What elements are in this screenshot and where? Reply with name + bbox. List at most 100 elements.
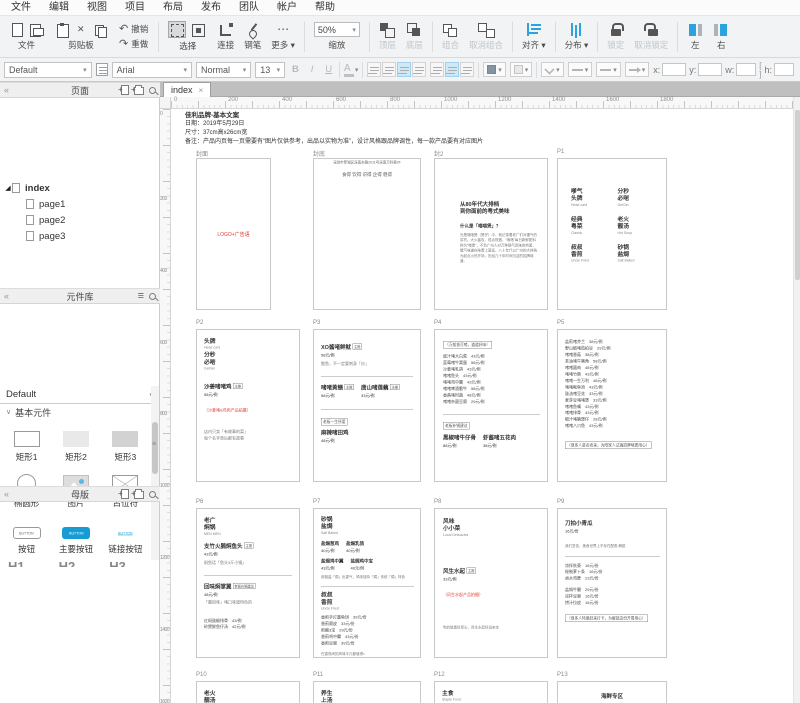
artboard-P4[interactable]: （万般皆可啫，道道好味）豉汁啫大白菜 43元/例蓝莓啫牛窝蛋 58元/例沙姜啫乳…: [434, 329, 548, 482]
library-menu-icon[interactable]: ≡: [138, 291, 144, 301]
widget-rect2[interactable]: 矩形2: [51, 420, 100, 466]
select-mode-button[interactable]: 选择: [163, 18, 212, 56]
menu-item-布局[interactable]: 布局: [154, 0, 192, 16]
artboard-P1[interactable]: 嗲气头牌Head card分秒必啱GeiGei经典粤菜Classic老火靓汤Ho…: [557, 158, 667, 310]
design-canvas[interactable]: 佳利品牌-基本文案日期：2019年5月29日尺寸：37cm高x26cm宽备注：产…: [171, 109, 800, 703]
file-button[interactable]: 文件: [4, 18, 49, 56]
pen-button[interactable]: 钢笔: [239, 18, 266, 56]
y-input[interactable]: [698, 63, 722, 76]
align-right-button[interactable]: [397, 62, 411, 77]
font-family-select[interactable]: Arial▾: [112, 62, 192, 78]
add-master-icon[interactable]: [121, 489, 129, 499]
menu-item-帐户[interactable]: 帐户: [268, 0, 306, 16]
artboard-封2[interactable]: 从80年代大排档到你面前的粤式美味什么是「喂喂煲」？光是啫啫煲（煲仔）中，就记录…: [434, 158, 548, 310]
unlock-button[interactable]: 取消锁定: [629, 18, 673, 56]
widget-rect1[interactable]: 矩形1: [2, 420, 51, 466]
style-preset-select[interactable]: Default▾: [4, 62, 92, 78]
zoom-select[interactable]: 50%▾: [314, 22, 360, 37]
opacity-dropdown[interactable]: ▾: [510, 62, 533, 77]
ungroup-button[interactable]: 取消组合: [464, 18, 508, 56]
tab-index[interactable]: index×: [163, 82, 211, 97]
undo-button[interactable]: ↶撤销: [119, 23, 148, 35]
link-wh-icon[interactable]: [ ]: [759, 61, 761, 79]
more-button[interactable]: ⋯更多 ▾: [266, 18, 300, 56]
artboard-P12[interactable]: 主食Staple Food: [434, 681, 548, 703]
clipboard-button[interactable]: 剪贴板: [49, 18, 113, 56]
menu-item-帮助[interactable]: 帮助: [306, 0, 344, 16]
artboard-P8[interactable]: 风味小小菜Local Delicacies风生水起主推33元/例（风生水起产品拍…: [434, 508, 548, 658]
manage-styles-icon[interactable]: [96, 63, 108, 76]
align-left-button[interactable]: 左: [682, 18, 708, 56]
artboard-P6[interactable]: 老广焖锅MEN MEN支竹火腩焖鱼头主推43元/例焖鱼话「鱼头3斤小锅」回味焖掌…: [196, 508, 300, 658]
artboard-P2[interactable]: 头牌Head card分秒必啱GeiGei沙姜啫啫鸡主推58元/例（沙姜啫&鸡肉…: [196, 329, 300, 482]
marquee-iconbox[interactable]: [168, 21, 186, 38]
align-left-button[interactable]: [367, 62, 381, 77]
artboard-P10[interactable]: 老火靓汤Hot Soup: [196, 681, 300, 703]
menu-item-视图[interactable]: 视图: [78, 0, 116, 16]
menu-item-文件[interactable]: 文件: [2, 0, 40, 16]
widget-heading-H1[interactable]: H1: [8, 559, 25, 567]
h-input[interactable]: [774, 63, 794, 76]
search-library-icon[interactable]: [149, 293, 156, 300]
align-middle-button[interactable]: [445, 62, 459, 77]
group-button[interactable]: 组合: [437, 18, 464, 56]
pick-iconbox[interactable]: [189, 21, 207, 38]
search-pages-icon[interactable]: [149, 87, 156, 94]
menu-item-编辑[interactable]: 编辑: [40, 0, 78, 16]
page-tree-item-page2[interactable]: page2: [0, 212, 159, 228]
italic-button[interactable]: I: [306, 62, 319, 78]
artboard-P7[interactable]: 砂锅盐焗Salt Baked盐焗葱鸡40元/例盐焗乳鸽40元/例盐焗鸡中翼43元…: [313, 508, 421, 658]
page-tree-item-page1[interactable]: page1: [0, 196, 159, 212]
connect-button[interactable]: 连接: [212, 18, 239, 56]
collapse-library-icon[interactable]: «: [4, 291, 9, 301]
canvas-scrollbar[interactable]: [793, 97, 800, 703]
add-master-folder-icon[interactable]: [134, 491, 144, 499]
align-top-button[interactable]: [430, 62, 444, 77]
page-tree-item-page3[interactable]: page3: [0, 228, 159, 244]
align-center-button[interactable]: [382, 62, 396, 77]
collapse-pages-icon[interactable]: «: [4, 85, 9, 95]
library-dropdown[interactable]: Default▾: [0, 386, 159, 404]
menu-item-项目[interactable]: 项目: [116, 0, 154, 16]
widget-heading-H2[interactable]: H2: [59, 559, 76, 567]
text-color-button[interactable]: A▾: [344, 63, 359, 77]
widget-button[interactable]: BUTTON按钮: [2, 512, 51, 558]
widget-button-primary[interactable]: BUTTON主要按钮: [51, 512, 100, 558]
line-width-dropdown[interactable]: ▾: [568, 62, 593, 77]
lock-button[interactable]: 锁定: [602, 18, 629, 56]
page-tree-item-index[interactable]: ◢index: [0, 180, 159, 196]
align-bottom-button[interactable]: [460, 62, 474, 77]
bold-button[interactable]: B: [289, 62, 302, 78]
line-color-dropdown[interactable]: ▾: [541, 62, 564, 77]
font-size-select[interactable]: 13▾: [255, 62, 285, 78]
w-input[interactable]: [736, 63, 756, 76]
align-justify-button[interactable]: [412, 62, 426, 77]
x-input[interactable]: [662, 63, 686, 76]
search-masters-icon[interactable]: [149, 491, 156, 498]
canvas-scrollbar-thumb[interactable]: [795, 110, 800, 280]
artboard-P5[interactable]: 盐煎啫芥兰 38元/例野山椒啫茄拍豆 29元/例啫啫香菇 38元/例茶油啫牛脷角…: [557, 329, 667, 482]
align-button[interactable]: 对齐 ▾: [517, 18, 551, 56]
artboard-P13[interactable]: 海鲜专区: [557, 681, 667, 703]
add-folder-icon[interactable]: [134, 87, 144, 95]
arrow-style-dropdown[interactable]: ▾: [625, 62, 650, 77]
line-style-dropdown[interactable]: ▾: [596, 62, 621, 77]
underline-button[interactable]: U: [322, 62, 335, 78]
bring-front-button[interactable]: 顶层: [374, 18, 401, 56]
artboard-封底[interactable]: 食得 饮得 识得 企得 稳得深圳市罗湖区深南东路2011号深南万科里2F: [313, 158, 421, 310]
artboard-封面[interactable]: LOGO+广告语: [196, 158, 271, 310]
artboard-P3[interactable]: XO酱啫鲜鱿主推58元/例鱿鱼，不一定要刺身「炒」啫啫黄鳝主推58元/例唐山啫莲…: [313, 329, 421, 482]
add-page-icon[interactable]: [121, 85, 129, 95]
widget-rect3[interactable]: 矩形3: [101, 420, 150, 466]
close-tab-icon[interactable]: ×: [199, 86, 204, 95]
menu-item-发布[interactable]: 发布: [192, 0, 230, 16]
library-section-header[interactable]: ∨基本元件: [0, 404, 159, 420]
artboard-P9[interactable]: 刀拍小青瓜16元/份我们坚信，美食世界上不存在配角 解腻凉拌秋葵 16元/份秘制…: [557, 508, 667, 658]
align-right-button[interactable]: 右: [708, 18, 734, 56]
collapse-masters-icon[interactable]: «: [4, 489, 9, 499]
distribute-button[interactable]: 分布 ▾: [560, 18, 594, 56]
fill-color-dropdown[interactable]: ▾: [483, 62, 506, 77]
send-back-button[interactable]: 底层: [401, 18, 428, 56]
widget-button-link[interactable]: BUTTON链接按钮: [101, 512, 150, 558]
widget-heading-H3[interactable]: H3: [109, 559, 126, 567]
